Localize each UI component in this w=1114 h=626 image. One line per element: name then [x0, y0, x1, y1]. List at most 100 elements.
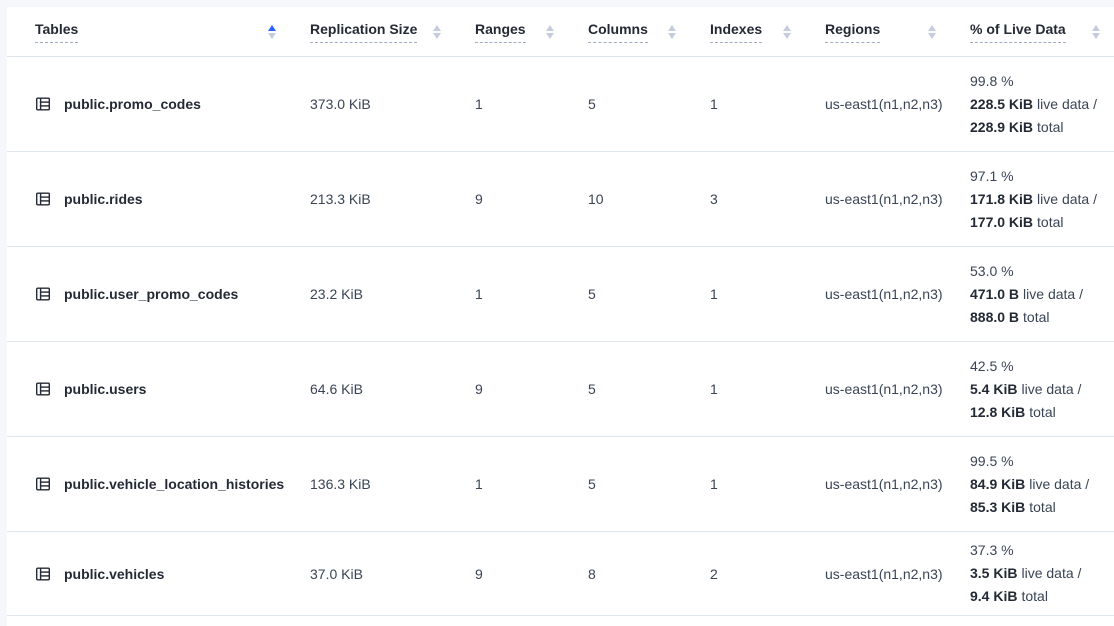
- column-header-label: Tables: [35, 21, 78, 43]
- regions-value: us-east1(n1,n2,n3): [825, 381, 943, 397]
- sort-icon: [928, 25, 936, 39]
- column-header-label: Replication Size: [310, 21, 417, 43]
- live-size-suffix: live data /: [1037, 96, 1097, 112]
- ranges-value: 1: [475, 476, 483, 492]
- table-row[interactable]: public.vehicle_location_histories 136.3 …: [7, 437, 1114, 532]
- live-size-line: 3.5 KiBlive data /: [970, 562, 1081, 585]
- sort-asc-arrow: [1092, 25, 1100, 31]
- indexes-value: 1: [710, 476, 718, 492]
- column-header-ranges[interactable]: Ranges: [455, 7, 568, 56]
- columns-cell: 5: [568, 57, 690, 151]
- table-name-cell: public.user_promo_codes: [7, 247, 290, 341]
- sort-desc-arrow: [668, 33, 676, 39]
- regions-value: us-east1(n1,n2,n3): [825, 96, 943, 112]
- live-size-value: 471.0 B: [970, 286, 1019, 302]
- live-size-value: 171.8 KiB: [970, 191, 1033, 207]
- table-row[interactable]: public.users 64.6 KiB 9 5 1 us-east1(n1,…: [7, 342, 1114, 437]
- column-header-live-data[interactable]: % of Live Data: [950, 7, 1114, 56]
- table-icon: [35, 286, 51, 302]
- column-header-replication-size[interactable]: Replication Size: [290, 7, 455, 56]
- table-name-link[interactable]: public.rides: [64, 191, 143, 207]
- table-name-cell: public.users: [7, 342, 290, 436]
- indexes-cell: 3: [690, 152, 805, 246]
- sort-desc-arrow: [928, 33, 936, 39]
- total-size-line: 228.9 KiBtotal: [970, 116, 1064, 139]
- table-row[interactable]: public.vehicles 37.0 KiB 9 8 2 us-east1(…: [7, 532, 1114, 616]
- ranges-cell: 1: [455, 247, 568, 341]
- regions-value: us-east1(n1,n2,n3): [825, 476, 943, 492]
- columns-value: 5: [588, 476, 596, 492]
- live-data-cell: 99.8 % 228.5 KiBlive data / 228.9 KiBtot…: [950, 57, 1114, 151]
- total-size-value: 888.0 B: [970, 309, 1019, 325]
- column-header-label: % of Live Data: [970, 21, 1066, 43]
- total-size-line: 888.0 Btotal: [970, 306, 1050, 329]
- indexes-cell: 2: [690, 532, 805, 615]
- live-data-cell: 99.5 % 84.9 KiBlive data / 85.3 KiBtotal: [950, 437, 1114, 531]
- total-size-suffix: total: [1037, 214, 1063, 230]
- total-size-value: 12.8 KiB: [970, 404, 1025, 420]
- total-size-value: 9.4 KiB: [970, 588, 1017, 604]
- total-size-suffix: total: [1037, 119, 1063, 135]
- indexes-value: 2: [710, 566, 718, 582]
- live-data-cell: 42.5 % 5.4 KiBlive data / 12.8 KiBtotal: [950, 342, 1114, 436]
- live-size-suffix: live data /: [1023, 286, 1083, 302]
- regions-cell: us-east1(n1,n2,n3): [805, 152, 950, 246]
- indexes-value: 1: [710, 96, 718, 112]
- table-name-link[interactable]: public.user_promo_codes: [64, 286, 238, 302]
- total-size-suffix: total: [1029, 499, 1055, 515]
- sort-asc-arrow: [783, 25, 791, 31]
- column-header-label: Columns: [588, 21, 648, 43]
- live-size-line: 228.5 KiBlive data /: [970, 93, 1097, 116]
- table-row[interactable]: public.user_promo_codes 23.2 KiB 1 5 1 u…: [7, 247, 1114, 342]
- regions-cell: us-east1(n1,n2,n3): [805, 437, 950, 531]
- live-size-line: 5.4 KiBlive data /: [970, 378, 1081, 401]
- indexes-cell: 1: [690, 437, 805, 531]
- replication-size-value: 136.3 KiB: [310, 476, 371, 492]
- indexes-value: 3: [710, 191, 718, 207]
- regions-cell: us-east1(n1,n2,n3): [805, 342, 950, 436]
- table-icon: [35, 96, 51, 112]
- sort-icon: [783, 25, 791, 39]
- replication-size-cell: 64.6 KiB: [290, 342, 455, 436]
- columns-cell: 10: [568, 152, 690, 246]
- ranges-value: 9: [475, 191, 483, 207]
- total-size-value: 228.9 KiB: [970, 119, 1033, 135]
- live-size-line: 171.8 KiBlive data /: [970, 188, 1097, 211]
- sort-icon: [433, 25, 441, 39]
- column-header-columns[interactable]: Columns: [568, 7, 690, 56]
- ranges-cell: 9: [455, 532, 568, 615]
- column-header-label: Indexes: [710, 21, 762, 43]
- table-name-link[interactable]: public.vehicles: [64, 566, 164, 582]
- indexes-value: 1: [710, 286, 718, 302]
- columns-value: 5: [588, 286, 596, 302]
- total-size-value: 85.3 KiB: [970, 499, 1025, 515]
- ranges-value: 1: [475, 286, 483, 302]
- total-size-value: 177.0 KiB: [970, 214, 1033, 230]
- live-size-suffix: live data /: [1021, 565, 1081, 581]
- column-header-tables[interactable]: Tables: [7, 7, 290, 56]
- total-size-suffix: total: [1021, 588, 1047, 604]
- replication-size-value: 23.2 KiB: [310, 286, 363, 302]
- table-row[interactable]: public.rides 213.3 KiB 9 10 3 us-east1(n…: [7, 152, 1114, 247]
- replication-size-cell: 213.3 KiB: [290, 152, 455, 246]
- regions-cell: us-east1(n1,n2,n3): [805, 532, 950, 615]
- live-percent: 42.5 %: [970, 355, 1014, 378]
- sort-asc-arrow: [433, 25, 441, 31]
- live-percent: 53.0 %: [970, 260, 1014, 283]
- column-header-regions[interactable]: Regions: [805, 7, 950, 56]
- sort-icon: [668, 25, 676, 39]
- column-header-indexes[interactable]: Indexes: [690, 7, 805, 56]
- sort-desc-arrow: [1092, 33, 1100, 39]
- sort-desc-arrow: [783, 33, 791, 39]
- table-name-cell: public.rides: [7, 152, 290, 246]
- replication-size-cell: 373.0 KiB: [290, 57, 455, 151]
- table-name-link[interactable]: public.vehicle_location_histories: [64, 476, 284, 492]
- ranges-cell: 9: [455, 342, 568, 436]
- table-icon: [35, 191, 51, 207]
- table-row[interactable]: public.promo_codes 373.0 KiB 1 5 1 us-ea…: [7, 57, 1114, 152]
- ranges-value: 9: [475, 566, 483, 582]
- replication-size-cell: 136.3 KiB: [290, 437, 455, 531]
- table-name-link[interactable]: public.users: [64, 381, 146, 397]
- table-name-link[interactable]: public.promo_codes: [64, 96, 201, 112]
- live-size-suffix: live data /: [1029, 476, 1089, 492]
